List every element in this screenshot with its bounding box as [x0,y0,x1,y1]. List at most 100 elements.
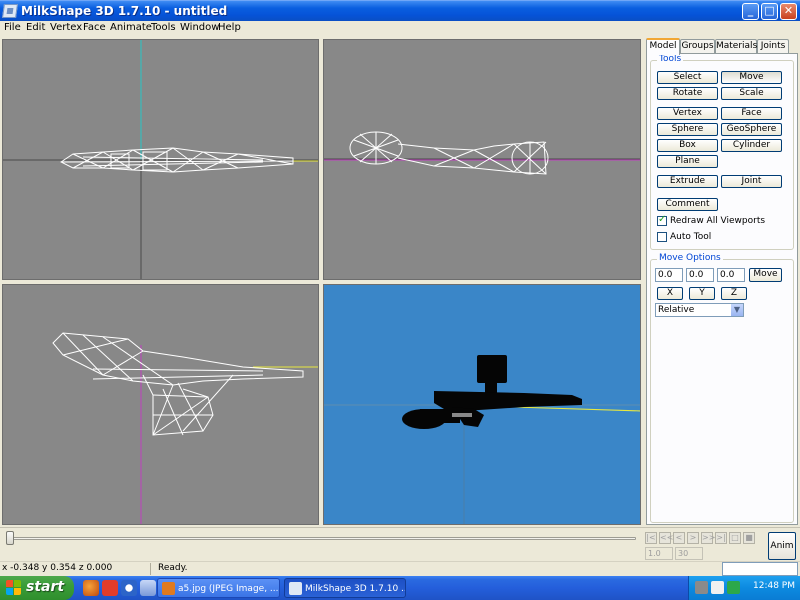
axis-y-toggle[interactable]: Y [689,287,715,300]
system-clock: 12:48 PM [753,581,795,591]
move-button[interactable]: Move [721,71,782,84]
frame-count-field[interactable]: 30 [675,547,703,560]
extrude-button[interactable]: Extrude [657,175,718,188]
frame-start-field[interactable]: 1.0 [645,547,673,560]
tab-materials[interactable]: Materials [715,39,757,54]
tools-group: Tools Select Move Rotate Scale Vertex Fa… [650,54,794,250]
cursor-coordinates: x -0.348 y 0.354 z 0.000 [2,563,113,573]
first-frame-button[interactable]: |< [645,532,657,544]
comment-button[interactable]: Comment [657,198,718,211]
status-divider [150,563,151,575]
menu-vertex[interactable]: Vertex [50,22,82,33]
redraw-all-viewports-label: Redraw All Viewports [670,216,766,226]
windows-logo-icon [6,580,22,596]
move-z-input[interactable]: 0.0 [717,268,745,282]
desktop-quicklaunch-icon[interactable] [140,580,156,596]
move-mode-select[interactable]: Relative ▼ [655,303,744,317]
move-options-title: Move Options [657,253,723,263]
tab-model[interactable]: Model [646,38,680,55]
move-options-group: Move Options 0.0 0.0 0.0 Move X Y Z Rela… [650,253,794,523]
auto-tool-checkbox[interactable] [657,232,667,242]
menu-animate[interactable]: Animate [110,22,152,33]
cylinder-button[interactable]: Cylinder [721,139,782,152]
move-x-input[interactable]: 0.0 [655,268,683,282]
axis-x-toggle[interactable]: X [657,287,683,300]
prev-key-button[interactable]: << [659,532,673,544]
move-mode-value: Relative [658,305,695,315]
taskbar-task-label: a5.jpg (JPEG Image, ... [178,584,279,594]
menu-help[interactable]: Help [218,22,241,33]
viewport-3d[interactable] [323,284,641,525]
move-y-input[interactable]: 0.0 [686,268,714,282]
wireframe-front [3,40,318,279]
volume-icon[interactable] [711,581,724,594]
system-tray: 12:48 PM [688,576,800,600]
tools-group-title: Tools [657,54,684,64]
taskbar-task-image-viewer[interactable]: a5.jpg (JPEG Image, ... [157,578,280,598]
firefox-icon [162,582,175,595]
axis-z-toggle[interactable]: Z [721,287,747,300]
start-button[interactable]: start [0,576,74,600]
viewport-side[interactable] [323,39,641,280]
stop-icon[interactable]: ■ [743,532,755,544]
sphere-button[interactable]: Sphere [657,123,718,136]
media-player-quicklaunch-icon[interactable] [121,580,137,596]
timeline-slider-track[interactable] [6,537,636,540]
box-button[interactable]: Box [657,139,718,152]
next-key-button[interactable]: >> [701,532,715,544]
network-icon[interactable] [695,581,708,594]
vertex-button[interactable]: Vertex [657,107,718,120]
menu-bar: File Edit Vertex Face Animate Tools Wind… [0,21,800,37]
wireframe-top [52,332,318,524]
viewport-top[interactable] [2,284,319,525]
chevron-down-icon: ▼ [731,304,743,316]
window-title: MilkShape 3D 1.7.10 - untitled [21,4,228,18]
close-button[interactable]: ✕ [780,3,797,20]
plane-button[interactable]: Plane [657,155,718,168]
start-label: start [26,579,65,595]
viewport-area [0,37,644,527]
tab-groups[interactable]: Groups [680,39,715,54]
menu-face[interactable]: Face [83,22,106,33]
joint-button[interactable]: Joint [721,175,782,188]
redraw-all-viewports-checkbox[interactable] [657,214,667,226]
minimize-button[interactable]: _ [742,3,759,20]
firefox-quicklaunch-icon[interactable] [83,580,99,596]
milkshape-app-icon [2,4,18,18]
status-bar: x -0.348 y 0.354 z 0.000 Ready. [0,561,800,576]
maximize-button[interactable]: □ [761,3,778,20]
taskbar-task-label: MilkShape 3D 1.7.10 ... [305,584,406,594]
render-3d [324,355,640,524]
loop-icon[interactable]: □ [729,532,741,544]
menu-file[interactable]: File [4,22,21,33]
model-tab-content: Tools Select Move Rotate Scale Vertex Fa… [646,53,798,525]
select-button[interactable]: Select [657,71,718,84]
status-message: Ready. [158,563,188,573]
animation-timeline: |< << < > >> >| □ ■ 1.0 30 Anim [0,527,800,561]
taskbar-task-milkshape[interactable]: MilkShape 3D 1.7.10 ... [284,578,406,598]
adobe-quicklaunch-icon[interactable] [102,580,118,596]
anim-mode-button[interactable]: Anim [768,532,796,560]
windows-taskbar: start a5.jpg (JPEG Image, ... MilkShape … [0,576,800,600]
viewport-front[interactable] [2,39,319,280]
face-button[interactable]: Face [721,107,782,120]
play-button[interactable]: > [687,532,699,544]
title-bar[interactable]: MilkShape 3D 1.7.10 - untitled _ □ ✕ [0,0,800,21]
geosphere-button[interactable]: GeoSphere [721,123,782,136]
status-field [722,562,798,576]
scale-button[interactable]: Scale [721,87,782,100]
auto-tool-label: Auto Tool [670,232,712,242]
tools-panel: Model Groups Materials Joints Tools Sele… [644,37,800,527]
apply-move-button[interactable]: Move [749,268,782,282]
wireframe-side [324,131,640,175]
rotate-button[interactable]: Rotate [657,87,718,100]
milkshape-icon [289,582,302,595]
menu-tools[interactable]: Tools [151,22,176,33]
tab-joints[interactable]: Joints [757,39,789,54]
security-icon[interactable] [727,581,740,594]
menu-edit[interactable]: Edit [26,22,45,33]
menu-window[interactable]: Window [180,22,219,33]
timeline-slider-thumb[interactable] [6,531,14,545]
prev-frame-button[interactable]: < [673,532,685,544]
last-frame-button[interactable]: >| [715,532,727,544]
